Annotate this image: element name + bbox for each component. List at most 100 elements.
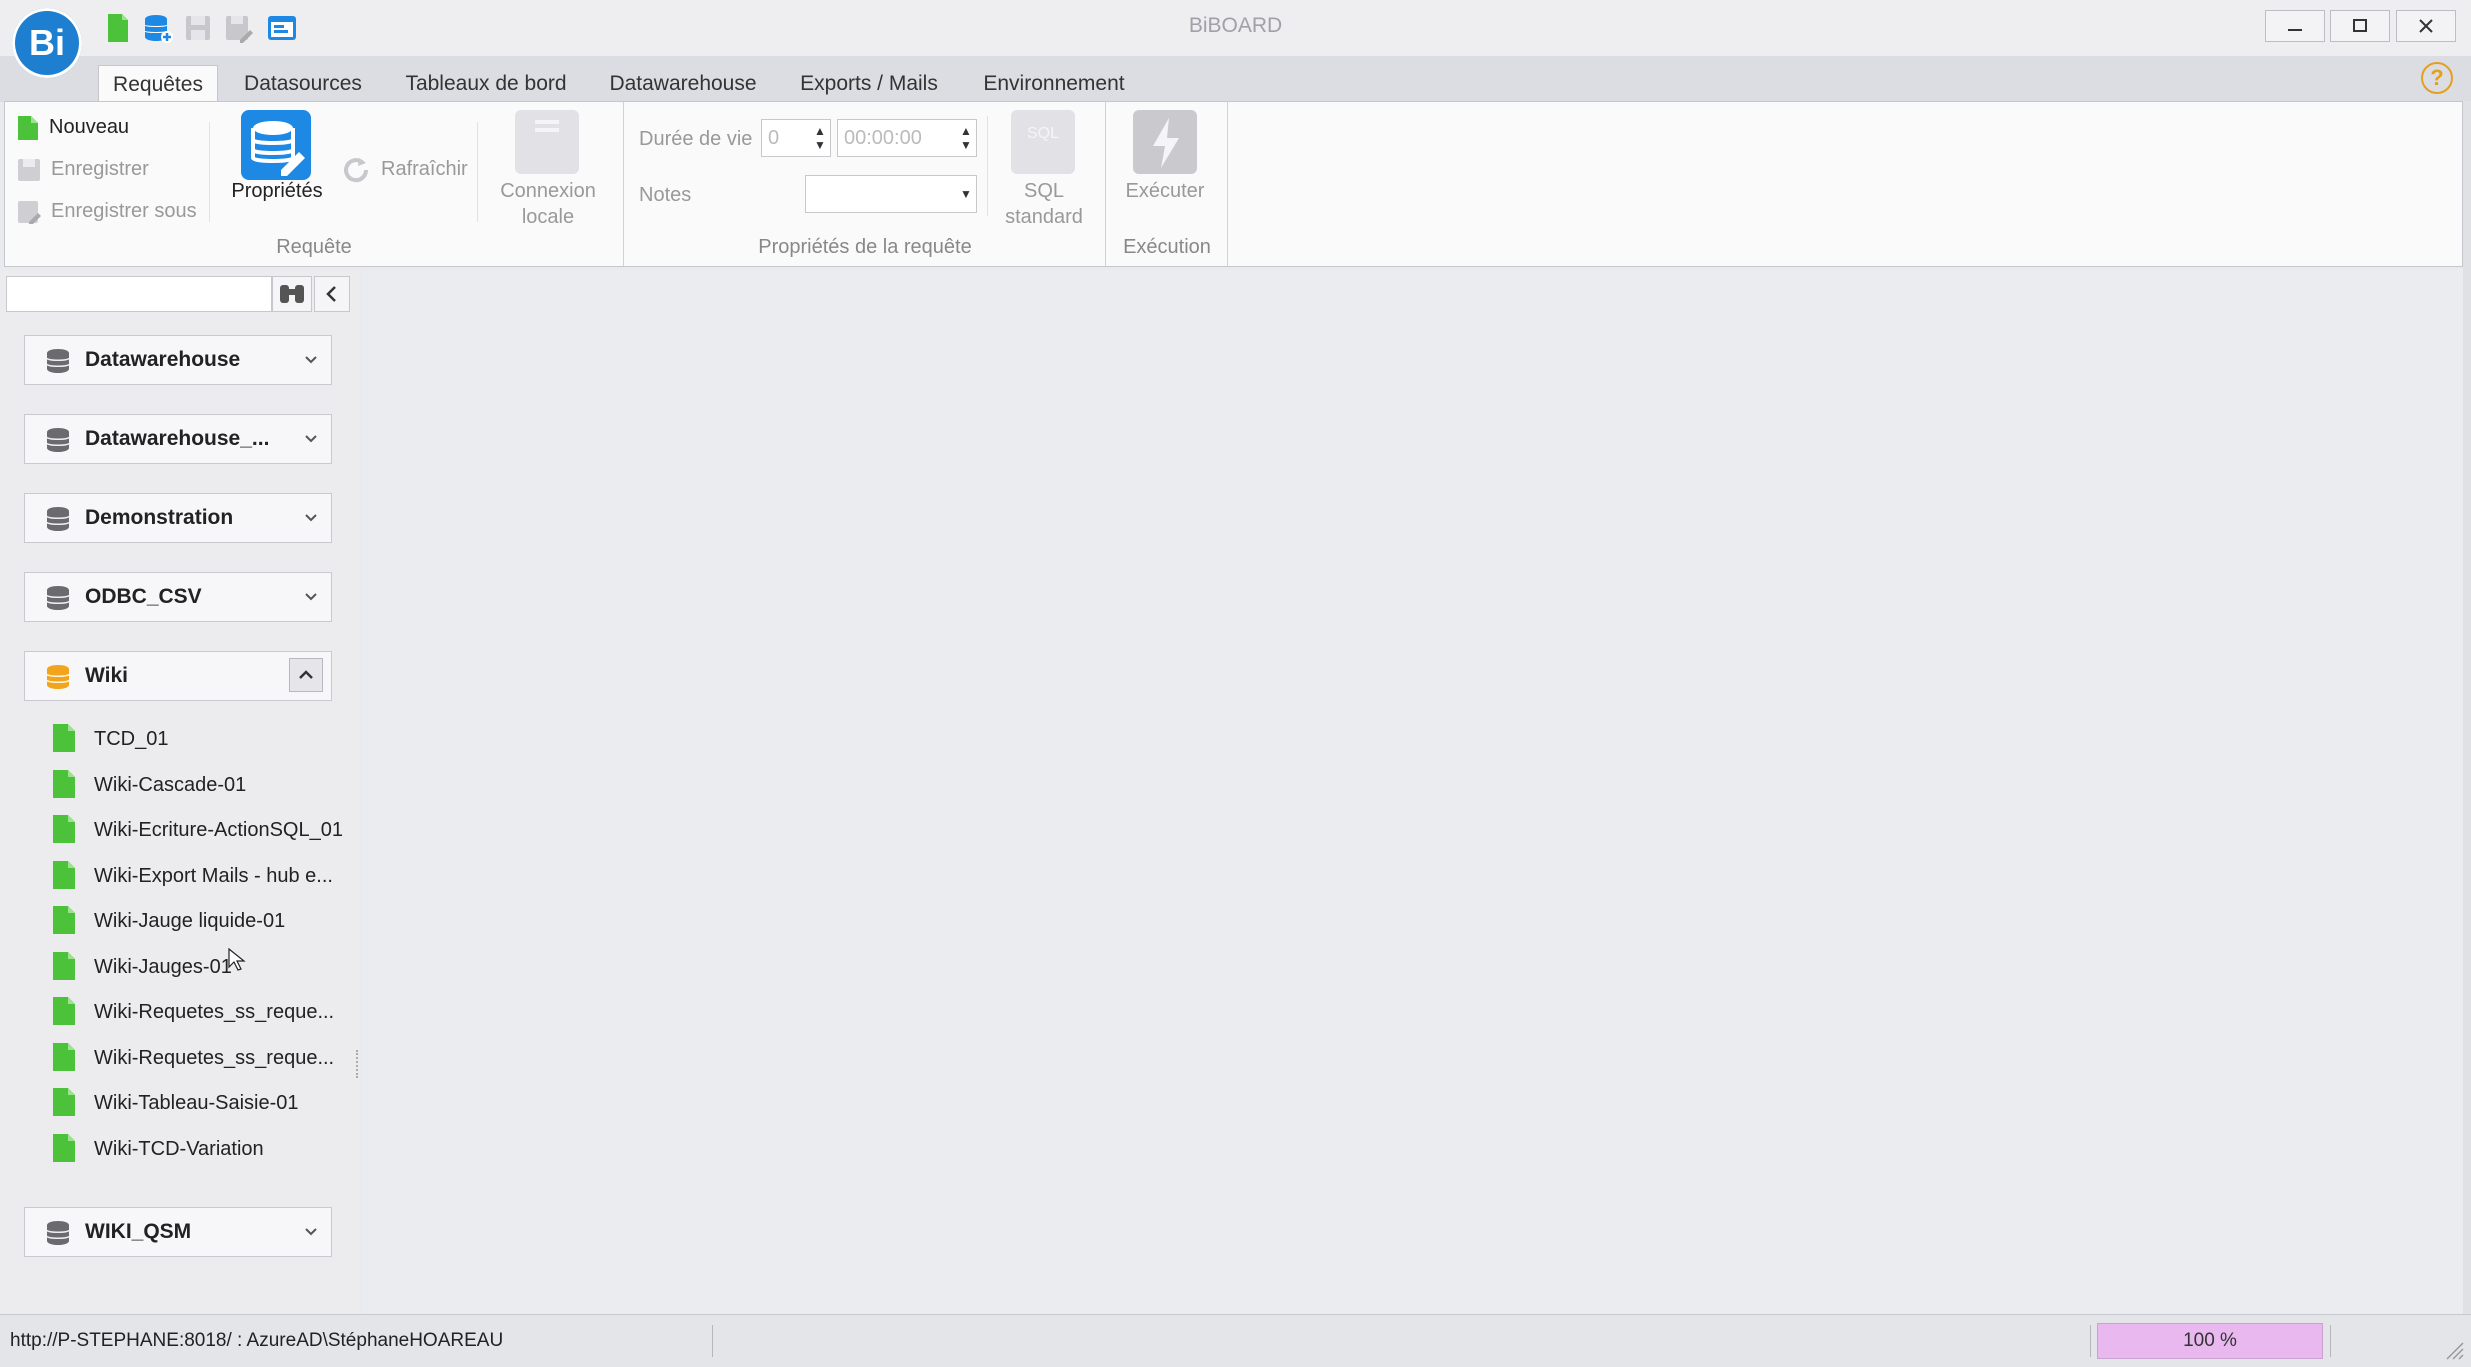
rafraichir-button[interactable]: Rafraîchir bbox=[341, 152, 468, 186]
tab-datawarehouse[interactable]: Datawarehouse bbox=[596, 65, 770, 102]
rafraichir-label: Rafraîchir bbox=[381, 158, 468, 180]
query-name: TCD_01 bbox=[94, 728, 169, 750]
tab-environnement[interactable]: Environnement bbox=[968, 65, 1140, 102]
query-item[interactable]: Wiki-Tableau-Saisie-01 bbox=[52, 1083, 342, 1123]
datasource-demonstration[interactable]: Demonstration bbox=[24, 493, 332, 543]
duree-de-vie-stepper[interactable]: 0 ▲ ▼ bbox=[761, 119, 831, 157]
collapse-panel-button[interactable] bbox=[314, 276, 350, 312]
separator bbox=[477, 122, 478, 222]
query-name: Wiki-Requetes_ss_reque... bbox=[94, 1001, 335, 1023]
database-edit-icon bbox=[241, 110, 311, 180]
save-icon bbox=[18, 158, 40, 181]
group-label-proprietes: Propriétés de la requête bbox=[758, 236, 972, 258]
zoom-level[interactable]: 100 % bbox=[2097, 1323, 2323, 1359]
time-value: 00:00:00 bbox=[844, 127, 922, 149]
enregistrer-button[interactable]: Enregistrer bbox=[17, 152, 149, 186]
collapse-datasource-button[interactable] bbox=[289, 658, 323, 692]
notes-label: Notes bbox=[639, 184, 692, 206]
spin-up-icon[interactable]: ▲ bbox=[960, 124, 972, 138]
query-item[interactable]: Wiki-Jauges-01 bbox=[52, 947, 342, 987]
status-separator bbox=[2090, 1325, 2091, 1357]
query-name: Wiki-Cascade-01 bbox=[94, 774, 247, 796]
search-input[interactable] bbox=[6, 276, 272, 312]
database-icon bbox=[46, 349, 70, 373]
proprietes-label[interactable]: Propriétés bbox=[227, 178, 327, 204]
spin-up-icon[interactable]: ▲ bbox=[814, 124, 826, 138]
biboard-window: Bi BiBOARD Requêtes Datasources Tableaux… bbox=[0, 0, 2471, 1367]
help-icon[interactable]: ? bbox=[2421, 62, 2453, 94]
chevron-down-icon[interactable] bbox=[303, 352, 319, 368]
title-bar: Bi BiBOARD bbox=[0, 0, 2471, 78]
group-separator bbox=[1105, 102, 1106, 266]
tab-tableaux-de-bord[interactable]: Tableaux de bord bbox=[392, 65, 580, 102]
app-logo[interactable]: Bi bbox=[12, 8, 82, 78]
save-as-icon bbox=[18, 200, 41, 224]
chevron-down-icon[interactable] bbox=[303, 589, 319, 605]
nouveau-button[interactable]: Nouveau bbox=[17, 110, 129, 144]
sql-label-line1: SQL bbox=[1023, 180, 1065, 202]
window-right-edge bbox=[2463, 101, 2471, 1314]
spin-down-icon[interactable]: ▼ bbox=[960, 138, 972, 152]
duree-time-stepper[interactable]: 00:00:00 ▲ ▼ bbox=[837, 119, 977, 157]
database-icon bbox=[46, 665, 70, 689]
tab-requetes[interactable]: Requêtes bbox=[98, 65, 218, 102]
tab-datasources[interactable]: Datasources bbox=[230, 65, 376, 102]
query-document-icon bbox=[53, 815, 75, 843]
chevron-down-icon[interactable] bbox=[303, 1224, 319, 1240]
chevron-up-icon bbox=[299, 670, 313, 679]
enregistrer-sous-button[interactable]: Enregistrer sous bbox=[17, 194, 197, 228]
minimize-button[interactable] bbox=[2265, 10, 2325, 42]
chevron-down-icon[interactable] bbox=[303, 431, 319, 447]
datasource-wiki-qsm[interactable]: WIKI_QSM bbox=[24, 1207, 332, 1257]
chevron-down-icon[interactable] bbox=[303, 510, 319, 526]
datasource-odbc-csv[interactable]: ODBC_CSV bbox=[24, 572, 332, 622]
close-button[interactable] bbox=[2396, 10, 2456, 42]
connexion-label-line1: Connexion bbox=[500, 180, 596, 202]
minimize-icon bbox=[2288, 29, 2302, 31]
spin-down-icon[interactable]: ▼ bbox=[814, 138, 826, 152]
query-item[interactable]: Wiki-Cascade-01 bbox=[52, 765, 342, 805]
chevron-left-icon bbox=[326, 286, 336, 302]
tab-exports-mails[interactable]: Exports / Mails bbox=[786, 65, 952, 102]
query-item[interactable]: Wiki-Ecriture-ActionSQL_01 bbox=[52, 810, 343, 850]
executer-button[interactable] bbox=[1133, 110, 1197, 174]
search-button[interactable] bbox=[272, 276, 312, 312]
query-name: Wiki-Jauge liquide-01 bbox=[94, 910, 286, 932]
query-name: Wiki-Ecriture-ActionSQL_01 bbox=[94, 819, 343, 841]
datasource-datawarehouse-2[interactable]: Datawarehouse_... bbox=[24, 414, 332, 464]
executer-label[interactable]: Exécuter bbox=[1113, 178, 1217, 204]
restore-icon bbox=[2353, 19, 2367, 32]
query-document-icon bbox=[53, 770, 75, 798]
main-workspace[interactable] bbox=[362, 270, 2465, 1314]
datasource-datawarehouse[interactable]: Datawarehouse bbox=[24, 335, 332, 385]
dropdown-arrow-icon: ▼ bbox=[960, 187, 972, 201]
query-item[interactable]: TCD_01 bbox=[52, 719, 342, 759]
database-icon bbox=[46, 1221, 70, 1245]
query-name: Wiki-Tableau-Saisie-01 bbox=[94, 1092, 299, 1114]
query-item[interactable]: Wiki-TCD-Variation bbox=[52, 1129, 342, 1169]
datasource-wiki[interactable]: Wiki bbox=[24, 651, 332, 701]
resize-grip-icon[interactable] bbox=[2441, 1337, 2465, 1361]
status-separator bbox=[2330, 1325, 2331, 1357]
query-document-icon bbox=[53, 861, 75, 889]
separator bbox=[209, 122, 210, 222]
query-document-icon bbox=[53, 1088, 75, 1116]
maximize-button[interactable] bbox=[2330, 10, 2390, 42]
database-icon bbox=[46, 586, 70, 610]
new-document-icon bbox=[18, 115, 38, 140]
connexion-locale-label[interactable]: Connexion locale bbox=[493, 178, 603, 230]
sql-icon-text: SQL bbox=[1027, 125, 1059, 142]
duree-de-vie-label: Durée de vie bbox=[639, 128, 753, 150]
query-item[interactable]: Wiki-Jauge liquide-01 bbox=[52, 901, 342, 941]
query-item[interactable]: Wiki-Export Mails - hub e... bbox=[52, 856, 342, 896]
sql-standard-button[interactable]: SQL bbox=[1011, 110, 1075, 174]
query-item[interactable]: Wiki-Requetes_ss_reque... bbox=[52, 1038, 342, 1078]
query-name: Wiki-Jauges-01 bbox=[94, 956, 232, 978]
notes-select[interactable]: ▼ bbox=[805, 175, 977, 213]
query-document-icon bbox=[53, 1134, 75, 1162]
proprietes-button[interactable] bbox=[241, 110, 311, 180]
connexion-locale-button[interactable] bbox=[515, 110, 579, 174]
sql-standard-label[interactable]: SQL standard bbox=[989, 178, 1099, 230]
query-name: Wiki-TCD-Variation bbox=[94, 1138, 264, 1160]
query-item[interactable]: Wiki-Requetes_ss_reque... bbox=[52, 992, 342, 1032]
